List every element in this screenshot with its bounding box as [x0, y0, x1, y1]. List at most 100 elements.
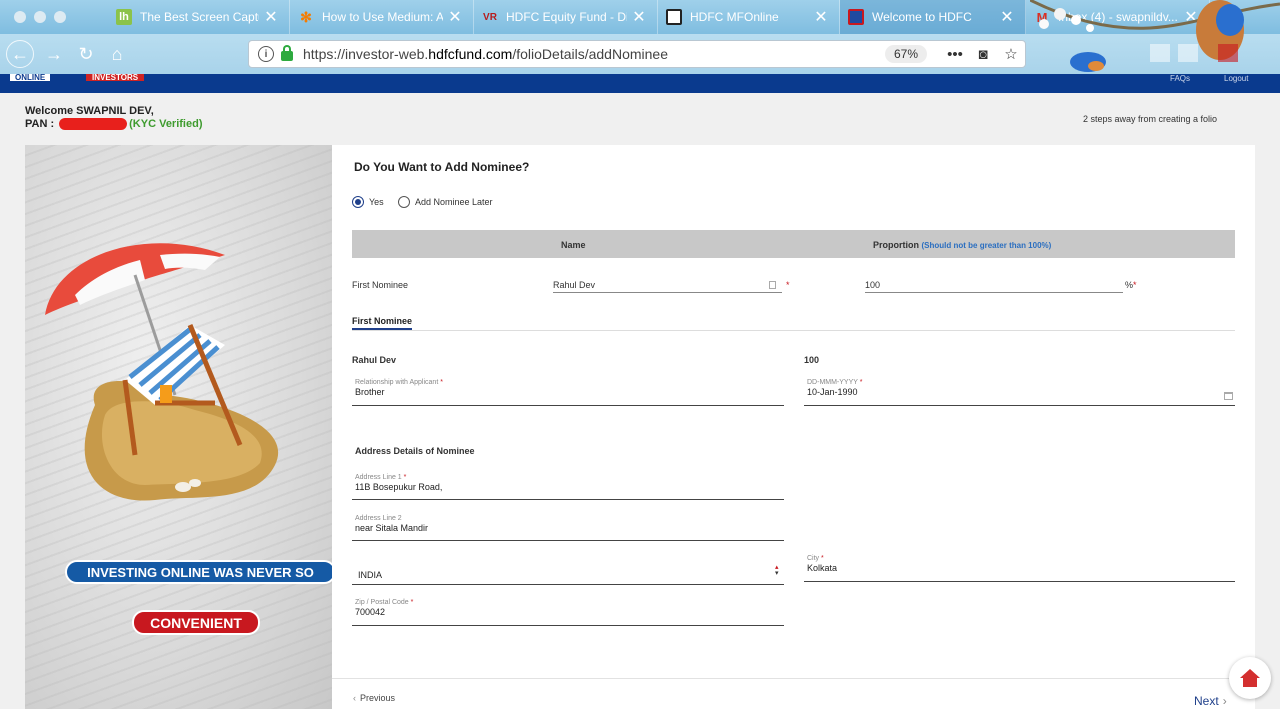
dob-label: DD-MMM-YYYY *: [807, 379, 863, 386]
browser-tab[interactable]: VR HDFC Equity Fund - Dir ✕: [474, 0, 658, 34]
site-logo[interactable]: ONLINE: [10, 74, 51, 82]
relationship-value[interactable]: Brother: [352, 387, 784, 397]
hubspot-icon: ✻: [300, 8, 312, 25]
zoom-level[interactable]: 67%: [884, 45, 927, 63]
address-line2-value[interactable]: near Sitala Mandir: [352, 523, 784, 533]
info-icon[interactable]: i: [258, 46, 274, 62]
reload-button[interactable]: ↻: [72, 40, 100, 68]
close-icon[interactable]: ✕: [263, 7, 279, 27]
address-line2-field[interactable]: Address Line 2 near Sitala Mandir: [352, 515, 784, 541]
select-arrows-icon[interactable]: ▴ ▾: [775, 564, 779, 577]
chevron-left-icon: ‹: [353, 693, 356, 703]
kyc-status: (KYC Verified): [129, 118, 203, 130]
tab-title: Welcome to HDFC: [872, 10, 972, 24]
vr-icon: VR: [483, 11, 497, 23]
city-label: City *: [807, 555, 824, 562]
site-header: [0, 74, 1280, 93]
contact-card-icon[interactable]: [769, 281, 776, 289]
bookmark-star-icon[interactable]: ☆: [997, 45, 1025, 63]
footer-divider: [332, 678, 1255, 679]
faqs-link[interactable]: FAQs: [1170, 74, 1190, 83]
address-line1-value[interactable]: 11B Bosepukur Road,: [352, 482, 784, 492]
country-select[interactable]: INDIA: [352, 562, 784, 585]
browser-tab[interactable]: lh The Best Screen Captu ✕: [108, 0, 290, 34]
browser-tab[interactable]: ✻ How to Use Medium: A ✕: [290, 0, 474, 34]
address-line2-label: Address Line 2: [355, 515, 402, 522]
address-line1-label: Address Line 1 *: [355, 474, 407, 481]
window-minimize-button[interactable]: [34, 11, 46, 23]
logout-link[interactable]: Logout: [1224, 74, 1248, 83]
close-icon[interactable]: ✕: [813, 7, 829, 27]
close-icon[interactable]: ✕: [631, 7, 647, 27]
tab-first-nominee[interactable]: First Nominee: [352, 316, 413, 331]
nominee-table-header: [352, 230, 1235, 258]
address-section-heading: Address Details of Nominee: [355, 446, 475, 456]
zip-label: Zip / Postal Code *: [355, 599, 414, 606]
home-button[interactable]: ⌂: [103, 40, 131, 68]
pocket-icon[interactable]: ◙: [969, 46, 997, 63]
next-button[interactable]: Next ›: [1194, 694, 1227, 708]
window-zoom-button[interactable]: [54, 11, 66, 23]
dob-value[interactable]: 10-Jan-1990: [804, 387, 1235, 397]
radio-add-later[interactable]: Add Nominee Later: [398, 196, 493, 208]
pan-row: PAN : (KYC Verified): [25, 118, 203, 130]
col-proportion-label: Proportion: [873, 240, 919, 250]
close-icon[interactable]: ✕: [447, 7, 463, 27]
pan-redaction: [59, 118, 128, 130]
tab-title: HDFC Equity Fund - Dir: [506, 10, 627, 24]
form-title: Do You Want to Add Nominee?: [354, 160, 530, 174]
browser-tab-active[interactable]: Welcome to HDFC ✕: [840, 0, 1026, 34]
row-label-first-nominee: First Nominee: [352, 280, 409, 290]
col-name-header: Name: [561, 240, 586, 250]
window-close-button[interactable]: [14, 11, 26, 23]
browser-tab[interactable]: HDFC MFOnline ✕: [658, 0, 840, 34]
lock-icon[interactable]: [281, 45, 293, 61]
divider: [352, 330, 1235, 331]
city-value[interactable]: Kolkata: [804, 563, 1235, 573]
hdfc-icon: [666, 9, 682, 25]
tab-title: The Best Screen Captu: [140, 10, 259, 24]
address-line1-field[interactable]: Address Line 1 * 11B Bosepukur Road,: [352, 474, 784, 500]
dob-field[interactable]: DD-MMM-YYYY * 10-Jan-1990: [804, 379, 1235, 406]
tab-title: HDFC MFOnline: [690, 10, 779, 24]
zip-value[interactable]: 700042: [352, 607, 784, 617]
city-field[interactable]: City * Kolkata: [804, 555, 1235, 582]
proportion-note: (Should not be greater than 100%): [921, 241, 1052, 250]
page-actions-icon[interactable]: •••: [941, 46, 969, 63]
radio-yes[interactable]: Yes: [352, 196, 384, 208]
radio-unselected-icon[interactable]: [398, 196, 410, 208]
pan-label: PAN :: [25, 118, 55, 130]
required-marker: *: [786, 280, 790, 290]
house-icon: [1240, 669, 1260, 687]
url-text[interactable]: https://investor-web.hdfcfund.com/folioD…: [303, 46, 885, 62]
home-fab-button[interactable]: [1229, 657, 1271, 699]
hdfc-icon: [848, 9, 864, 25]
previous-button[interactable]: ‹ Previous: [353, 693, 395, 703]
radio-selected-icon[interactable]: [352, 196, 364, 208]
promo-banner-line1: INVESTING ONLINE WAS NEVER SO: [65, 560, 332, 584]
relationship-field[interactable]: Relationship with Applicant * Brother: [352, 379, 784, 406]
close-icon[interactable]: ✕: [999, 7, 1015, 27]
radio-later-label: Add Nominee Later: [415, 197, 493, 207]
percent-sign: %: [1125, 280, 1134, 290]
calendar-icon[interactable]: [1224, 392, 1233, 400]
required-marker: *: [1133, 280, 1137, 290]
previous-label: Previous: [360, 693, 396, 703]
nominee-name-display: Rahul Dev: [352, 355, 397, 365]
steps-note: 2 steps away from creating a folio: [1083, 114, 1218, 124]
address-bar[interactable]: i https://investor-web.hdfcfund.com/foli…: [248, 40, 1026, 68]
relationship-label: Relationship with Applicant *: [355, 379, 443, 386]
nominee-share-display: 100: [804, 355, 820, 365]
site-logo-investors[interactable]: INVESTORS: [86, 74, 145, 82]
radio-yes-label: Yes: [369, 197, 384, 207]
nominee-name-input[interactable]: Rahul Dev: [553, 280, 782, 293]
theme-artwork: [1030, 0, 1280, 72]
promo-hero-image: INVESTING ONLINE WAS NEVER SO CONVENIENT: [25, 145, 332, 709]
back-button[interactable]: ←: [6, 40, 34, 68]
chevron-right-icon: ›: [1222, 694, 1227, 708]
next-label: Next: [1194, 694, 1219, 708]
tab-title: How to Use Medium: A: [322, 10, 443, 24]
nominee-proportion-input[interactable]: 100: [865, 280, 1123, 293]
zip-field[interactable]: Zip / Postal Code * 700042: [352, 599, 784, 626]
forward-button[interactable]: →: [40, 40, 68, 68]
